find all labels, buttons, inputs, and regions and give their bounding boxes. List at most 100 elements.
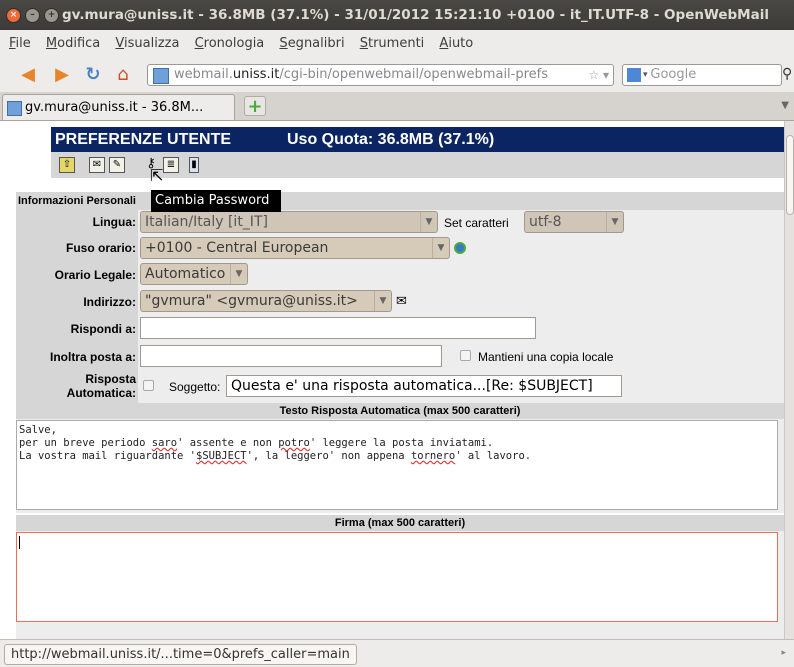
filter-icon[interactable]: ≣ xyxy=(163,157,179,173)
address-book-icon[interactable]: ✉ xyxy=(396,294,407,309)
menu-cronologia[interactable]: Cronologia xyxy=(195,36,265,51)
folder-up-icon[interactable]: ⇧ xyxy=(59,157,75,173)
autoreply-text: ', la leggero' non appena xyxy=(246,450,411,462)
bookmark-star-icon[interactable]: ☆ ▾ xyxy=(588,65,609,85)
row-rispondi: Rispondi a: xyxy=(16,314,784,342)
row-legale-value: Automatico ▼ xyxy=(138,261,784,287)
url-prefix: webmail. xyxy=(174,67,233,82)
lingua-label: Lingua: xyxy=(92,215,136,229)
mobile-icon[interactable]: ▮ xyxy=(189,157,199,173)
compose-icon[interactable]: ✎ xyxy=(109,157,125,173)
page-title: PREFERENZE UTENTE xyxy=(55,131,232,148)
soggetto-label: Soggetto: xyxy=(169,380,221,394)
orario-legale-label: Orario Legale: xyxy=(54,268,136,282)
row-lingua-value: Italian/Italy [it_IT] ▼ Set caratteri ut… xyxy=(138,210,784,235)
autoreply-text: ' assente e non xyxy=(177,437,279,449)
search-icon[interactable]: ⚲ xyxy=(782,66,792,82)
chevron-down-icon: ▼ xyxy=(230,264,247,284)
tab-favicon-icon xyxy=(7,101,22,116)
indirizzo-value: "gvmura" <gvmura@uniss.it> xyxy=(145,293,358,309)
vertical-scrollbar[interactable] xyxy=(784,121,794,639)
reload-icon[interactable]: ↻ xyxy=(83,65,103,85)
autoreply-line: Salve, xyxy=(19,424,57,436)
resize-grip-icon[interactable]: ▸ xyxy=(781,648,786,658)
fuso-label: Fuso orario: xyxy=(65,241,136,255)
window-title-bar: × – + gv.mura@uniss.it - 36.8MB (37.1%) … xyxy=(0,0,794,30)
search-bar[interactable]: ▾ Google xyxy=(622,64,782,86)
url-path: /cgi-bin/openwebmail/openwebmail-prefs xyxy=(279,67,549,82)
misspelled-word: potro xyxy=(278,437,310,449)
row-orario-legale: Orario Legale: Automatico ▼ xyxy=(16,261,784,287)
home-icon[interactable]: ⌂ xyxy=(113,65,133,85)
charset-label: Set caratteri xyxy=(444,216,509,230)
lingua-select[interactable]: Italian/Italy [it_IT] ▼ xyxy=(140,211,438,233)
row-rispondi-value xyxy=(138,314,784,342)
forward-arrow-icon[interactable]: ▶ xyxy=(52,65,72,85)
row-inoltra-value: Mantieni una copia locale xyxy=(138,342,784,369)
row-fuso-orario: Fuso orario: +0100 - Central European ▼ xyxy=(16,235,784,261)
orario-legale-select[interactable]: Automatico ▼ xyxy=(140,263,248,285)
signature-textarea[interactable] xyxy=(16,532,778,622)
row-risposta-value: Soggetto: Questa e' una risposta automat… xyxy=(138,369,784,403)
menu-segnalibri[interactable]: Segnalibri xyxy=(279,36,344,51)
tooltip: Cambia Password xyxy=(151,190,281,212)
indirizzo-label: Indirizzo: xyxy=(83,295,136,309)
misspelled-word: $SUBJECT xyxy=(196,450,247,462)
window-title: gv.mura@uniss.it - 36.8MB (37.1%) - 31/0… xyxy=(62,7,769,23)
chevron-down-icon: ▼ xyxy=(606,212,623,232)
chevron-down-icon: ▼ xyxy=(432,238,449,258)
rispondi-input[interactable] xyxy=(140,317,536,339)
search-placeholder: Google xyxy=(650,67,697,82)
window-controls: × – + xyxy=(6,8,59,23)
mouse-pointer-icon: ⇱ xyxy=(150,166,164,185)
charset-select[interactable]: utf-8 ▼ xyxy=(524,211,624,233)
indirizzo-select[interactable]: "gvmura" <gvmura@uniss.it> ▼ xyxy=(140,290,392,312)
orario-legale-value: Automatico xyxy=(145,266,226,282)
inoltra-input[interactable] xyxy=(140,345,442,367)
message-icon[interactable]: ✉ xyxy=(89,157,105,173)
section-personal-info: Informazioni Personali xyxy=(16,192,784,210)
risposta-automatica-checkbox[interactable] xyxy=(143,380,154,391)
site-favicon-icon xyxy=(153,68,169,84)
chevron-down-icon: ▼ xyxy=(374,291,391,311)
misspelled-word: saro xyxy=(151,437,178,449)
browser-tab[interactable]: gv.mura@uniss.it - 36.8M... xyxy=(2,94,235,120)
fuso-select[interactable]: +0100 - Central European ▼ xyxy=(140,237,450,259)
chevron-down-icon: ▼ xyxy=(420,212,437,232)
row-risposta-automatica: Risposta Automatica: Soggetto: Questa e'… xyxy=(16,369,784,403)
menu-modifica[interactable]: Modifica xyxy=(46,36,100,51)
google-logo-icon[interactable] xyxy=(627,68,641,82)
menu-strumenti[interactable]: Strumenti xyxy=(360,36,425,51)
autoreply-text: La vostra mail riguardante ' xyxy=(19,450,197,462)
soggetto-input[interactable]: Questa e' una risposta automatica...[Re:… xyxy=(226,375,622,397)
row-fuso-value: +0100 - Central European ▼ xyxy=(138,235,784,261)
new-tab-button[interactable]: + xyxy=(244,96,266,117)
menu-visualizza[interactable]: Visualizza xyxy=(115,36,179,51)
fuso-value: +0100 - Central European xyxy=(145,240,329,256)
globe-icon[interactable] xyxy=(454,242,466,254)
menu-aiuto[interactable]: Aiuto xyxy=(439,36,473,51)
navigation-toolbar: ◀ ▶ ↻ ⌂ webmail.uniss.it/cgi-bin/openweb… xyxy=(0,58,794,92)
charset-value: utf-8 xyxy=(529,214,562,230)
prefs-header: PREFERENZE UTENTE Uso Quota: 36.8MB (37.… xyxy=(51,127,784,152)
risposta-automatica-label: Risposta Automatica: xyxy=(16,372,136,400)
menu-bar: File Modifica Visualizza Cronologia Segn… xyxy=(0,30,794,58)
autoreply-textarea[interactable]: Salve, per un breve periodo saro' assent… xyxy=(16,420,778,510)
copia-locale-checkbox[interactable] xyxy=(460,350,471,361)
row-indirizzo-value: "gvmura" <gvmura@uniss.it> ▼ ✉ xyxy=(138,287,784,314)
minimize-window-button[interactable]: – xyxy=(25,8,40,23)
quota-usage: Uso Quota: 36.8MB (37.1%) xyxy=(287,131,495,148)
menu-file[interactable]: File xyxy=(9,36,31,51)
lingua-value: Italian/Italy [it_IT] xyxy=(145,214,268,230)
maximize-window-button[interactable]: + xyxy=(44,8,59,23)
tab-list-arrow-icon[interactable]: ▼ xyxy=(781,100,789,111)
autoreply-heading: Testo Risposta Automatica (max 500 carat… xyxy=(16,403,784,419)
back-arrow-icon[interactable]: ◀ xyxy=(18,65,38,85)
close-window-button[interactable]: × xyxy=(6,8,21,23)
text-caret xyxy=(19,536,20,549)
row-lingua: Lingua: Italian/Italy [it_IT] ▼ Set cara… xyxy=(16,210,784,235)
url-bar[interactable]: webmail.uniss.it/cgi-bin/openwebmail/ope… xyxy=(147,64,614,86)
scrollbar-thumb[interactable] xyxy=(786,135,794,215)
tab-label: gv.mura@uniss.it - 36.8M... xyxy=(25,100,204,115)
copia-locale-label: Mantieni una copia locale xyxy=(478,350,614,364)
